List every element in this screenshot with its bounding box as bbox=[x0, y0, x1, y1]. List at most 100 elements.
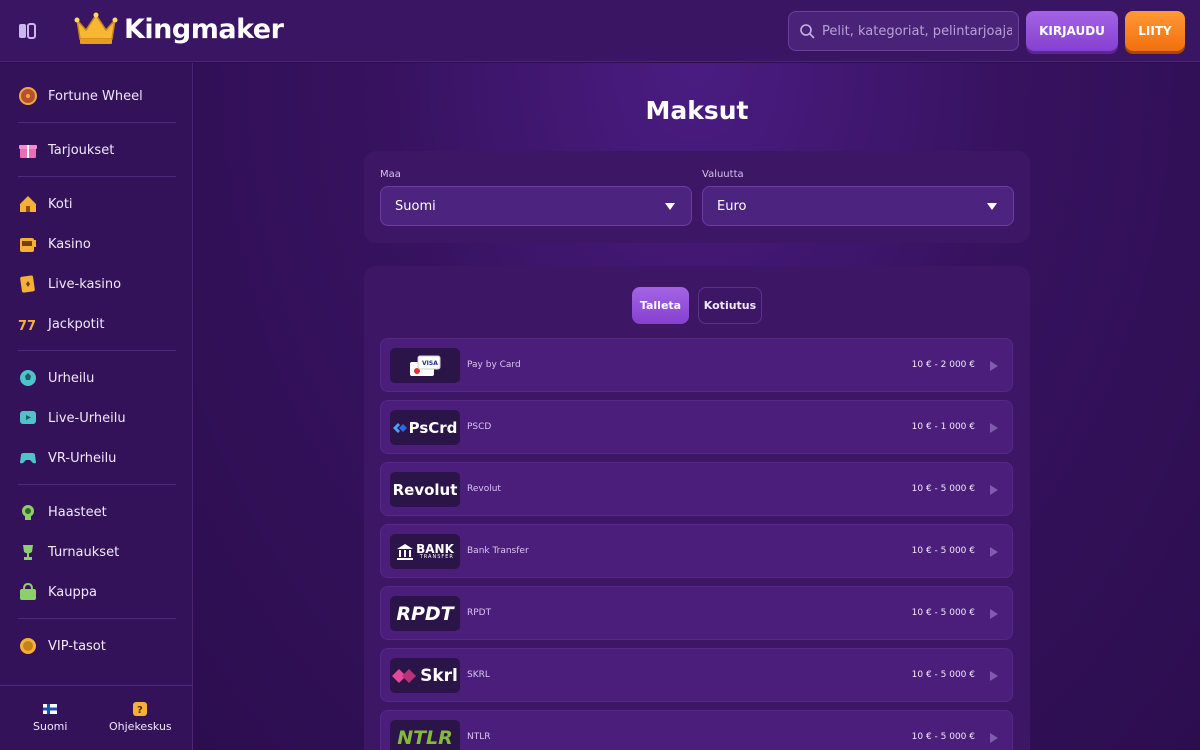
chevron-down-icon bbox=[987, 203, 997, 210]
join-button[interactable]: LIITY bbox=[1125, 11, 1185, 51]
crown-icon bbox=[74, 12, 118, 44]
logo-text: VISA bbox=[422, 360, 438, 367]
method-name: Pay by Card bbox=[467, 360, 521, 370]
search-input[interactable] bbox=[822, 23, 1012, 39]
ntlr-logo: NTLR bbox=[390, 720, 460, 750]
vip-coin-icon bbox=[20, 638, 36, 654]
method-range: 10 € - 5 000 € bbox=[911, 608, 975, 618]
sidebar-item-koti[interactable]: Koti bbox=[18, 192, 73, 216]
sidebar-item-label: Kauppa bbox=[48, 584, 97, 600]
divider bbox=[18, 350, 176, 351]
rpdt-logo: RPDT bbox=[390, 596, 460, 631]
svg-text:?: ? bbox=[137, 705, 143, 716]
play-arrow-icon bbox=[990, 733, 998, 743]
chevron-down-icon bbox=[665, 203, 675, 210]
payment-methods-panel: Talleta Kotiutus VISA Pay by Card 10 € -… bbox=[364, 266, 1030, 750]
home-icon bbox=[20, 196, 36, 212]
sidebar-item-tarjoukset[interactable]: Tarjoukset bbox=[18, 138, 114, 162]
method-name: RPDT bbox=[467, 608, 492, 618]
sidebar-item-label: Koti bbox=[48, 196, 73, 212]
payment-method-row[interactable]: NTLR NTLR 10 € - 5 000 € bbox=[380, 710, 1013, 750]
sidebar: Fortune Wheel Tarjoukset Koti Kasino Liv… bbox=[0, 63, 193, 750]
method-name: SKRL bbox=[467, 670, 490, 680]
payment-method-row[interactable]: Revolut Revolut 10 € - 5 000 € bbox=[380, 462, 1013, 516]
country-select[interactable]: Suomi bbox=[380, 186, 692, 226]
sidebar-item-label: Live-Urheilu bbox=[48, 410, 126, 426]
method-range: 10 € - 5 000 € bbox=[911, 670, 975, 680]
tab-talleta[interactable]: Talleta bbox=[632, 287, 689, 324]
play-arrow-icon bbox=[990, 609, 998, 619]
help-center-link[interactable]: ? Ohjekeskus bbox=[109, 702, 172, 733]
login-button[interactable]: KIRJAUDU bbox=[1026, 11, 1118, 51]
sidebar-item-label: Haasteet bbox=[48, 504, 107, 520]
pscd-logo: PsCrd bbox=[390, 410, 460, 445]
method-range: 10 € - 5 000 € bbox=[911, 546, 975, 556]
svg-text:77: 77 bbox=[18, 319, 36, 334]
sidebar-item-label: Jackpotit bbox=[48, 316, 105, 332]
currency-select[interactable]: Euro bbox=[702, 186, 1014, 226]
logo-subtext: TRANSFER bbox=[419, 554, 454, 560]
payment-method-row[interactable]: PsCrd PSCD 10 € - 1 000 € bbox=[380, 400, 1013, 454]
main-content: Maksut Maa Suomi Valuutta Euro Talleta K… bbox=[194, 63, 1200, 750]
gift-icon bbox=[19, 145, 37, 158]
page-title: Maksut bbox=[645, 96, 749, 125]
sidebar-item-fortune-wheel[interactable]: Fortune Wheel bbox=[18, 84, 143, 108]
play-arrow-icon bbox=[990, 671, 998, 681]
sidebar-item-label: VR-Urheilu bbox=[48, 450, 117, 466]
revolut-logo: Revolut bbox=[390, 472, 460, 507]
bank-building-icon bbox=[397, 543, 414, 560]
divider bbox=[18, 484, 176, 485]
sidebar-item-vr-urheilu[interactable]: VR-Urheilu bbox=[18, 446, 116, 470]
sidebar-item-label: Urheilu bbox=[48, 370, 95, 386]
jackpot-777-icon: 77 bbox=[18, 319, 36, 334]
cards-icon bbox=[20, 275, 35, 293]
play-arrow-icon bbox=[990, 361, 998, 371]
sidebar-toggle-icon[interactable] bbox=[18, 21, 38, 41]
sidebar-item-kauppa[interactable]: Kauppa bbox=[18, 580, 97, 604]
method-name: Revolut bbox=[467, 484, 501, 494]
play-arrow-icon bbox=[990, 547, 998, 557]
brand-logo[interactable]: Kingmaker bbox=[74, 12, 284, 46]
payment-method-row[interactable]: Skrl SKRL 10 € - 5 000 € bbox=[380, 648, 1013, 702]
sidebar-item-label: VIP-tasot bbox=[48, 638, 106, 654]
search-icon bbox=[800, 24, 815, 39]
sidebar-item-live-kasino[interactable]: Live-kasino bbox=[18, 272, 121, 296]
sidebar-item-vip-tasot[interactable]: VIP-tasot bbox=[18, 634, 106, 658]
currency-label: Valuutta bbox=[702, 169, 744, 180]
sidebar-item-kasino[interactable]: Kasino bbox=[18, 232, 91, 256]
method-name: NTLR bbox=[467, 732, 491, 742]
sidebar-item-turnaukset[interactable]: Turnaukset bbox=[18, 540, 119, 564]
play-arrow-icon bbox=[990, 423, 998, 433]
divider bbox=[18, 176, 176, 177]
search-box[interactable] bbox=[788, 11, 1019, 51]
filter-panel: Maa Suomi Valuutta Euro bbox=[364, 151, 1030, 243]
skrl-mark-icon bbox=[392, 668, 417, 683]
method-name: PSCD bbox=[467, 422, 492, 432]
language-selector[interactable]: Suomi bbox=[33, 702, 67, 733]
tab-kotiutus[interactable]: Kotiutus bbox=[698, 287, 762, 324]
sidebar-item-label: Turnaukset bbox=[48, 544, 120, 560]
sidebar-item-label: Kasino bbox=[48, 236, 91, 252]
logo-text: Skrl bbox=[420, 665, 458, 686]
football-icon bbox=[20, 370, 36, 386]
sidebar-item-live-urheilu[interactable]: Live-Urheilu bbox=[18, 406, 126, 430]
payment-tabs: Talleta Kotiutus bbox=[364, 287, 1030, 324]
medal-icon bbox=[22, 505, 34, 520]
sidebar-item-jackpotit[interactable]: 77 Jackpotit bbox=[18, 312, 105, 336]
method-range: 10 € - 1 000 € bbox=[911, 422, 975, 432]
sidebar-item-haasteet[interactable]: Haasteet bbox=[18, 500, 107, 524]
divider bbox=[18, 122, 176, 123]
payment-method-row[interactable]: RPDT RPDT 10 € - 5 000 € bbox=[380, 586, 1013, 640]
language-label: Suomi bbox=[33, 720, 68, 733]
sidebar-item-label: Tarjoukset bbox=[48, 142, 115, 158]
method-range: 10 € - 2 000 € bbox=[911, 360, 975, 370]
logo-text: RPDT bbox=[396, 602, 454, 625]
method-range: 10 € - 5 000 € bbox=[911, 484, 975, 494]
method-name: Bank Transfer bbox=[467, 546, 529, 556]
method-range: 10 € - 5 000 € bbox=[911, 732, 975, 742]
sidebar-item-urheilu[interactable]: Urheilu bbox=[18, 366, 94, 390]
pscd-mark-icon bbox=[392, 422, 407, 433]
shop-bag-icon bbox=[20, 582, 36, 600]
payment-method-row[interactable]: BANK TRANSFER Bank Transfer 10 € - 5 000… bbox=[380, 524, 1013, 578]
payment-method-row[interactable]: VISA Pay by Card 10 € - 2 000 € bbox=[380, 338, 1013, 392]
